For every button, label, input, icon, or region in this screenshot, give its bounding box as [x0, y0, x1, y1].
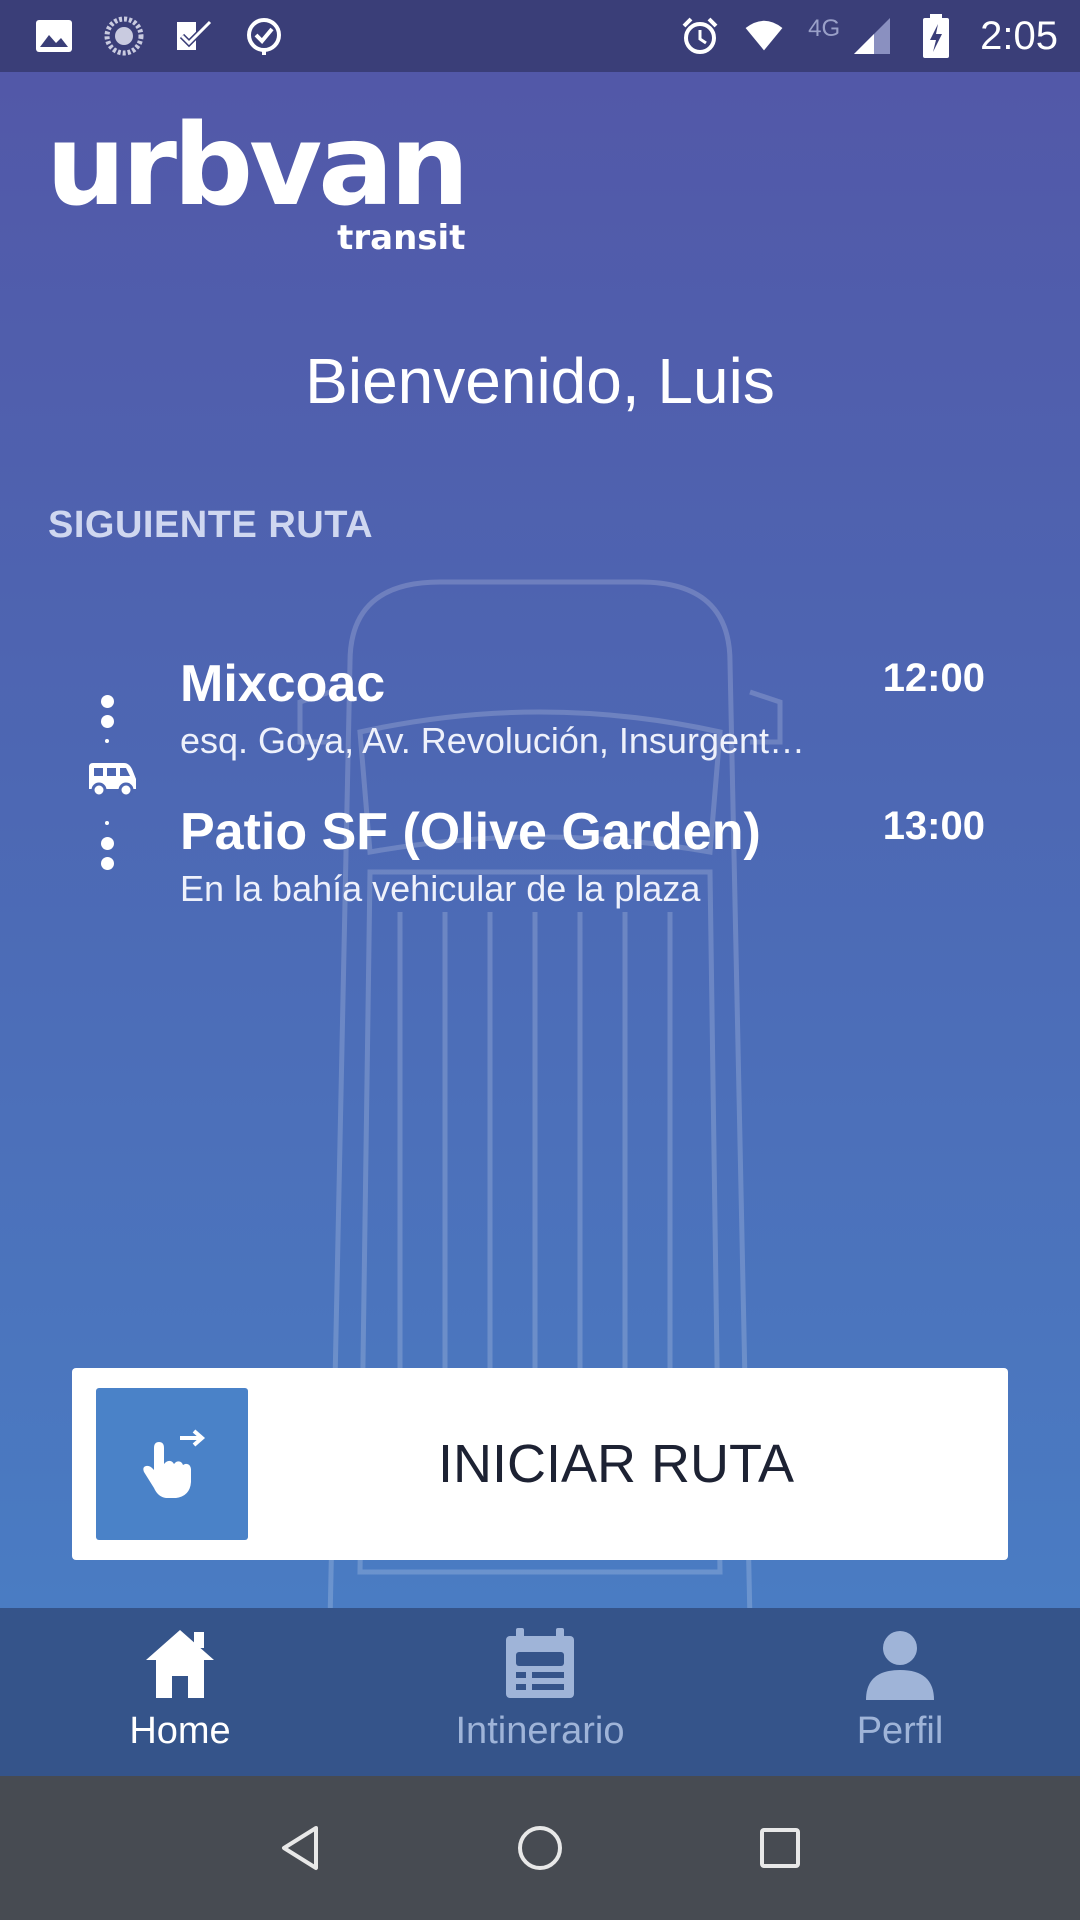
start-route-label: INICIAR RUTA [437, 1434, 794, 1494]
route-origin[interactable]: Mixcoac esq. Goya, Av. Revolución, Insur… [180, 654, 840, 762]
logo-sub: transit [337, 218, 466, 258]
alarm-icon [680, 16, 720, 56]
circle-home-icon [518, 1826, 562, 1870]
profile-icon [866, 1631, 934, 1700]
tab-home-label: Home [129, 1710, 231, 1752]
van-icon [89, 763, 136, 798]
destination-time: 13:00 [882, 804, 985, 848]
system-nav-bar [0, 1776, 1080, 1920]
status-clock: 2:05 [980, 13, 1058, 58]
origin-name: Mixcoac [180, 655, 386, 713]
start-route-slider[interactable]: INICIAR RUTA [72, 1368, 1008, 1560]
section-title: SIGUIENTE RUTA [48, 504, 374, 546]
origin-address: esq. Goya, Av. Revolución, Insurgent… [180, 720, 806, 761]
recents-button[interactable] [745, 1813, 815, 1883]
back-icon [282, 1826, 318, 1870]
status-bar: 4G 2:05 [0, 0, 1080, 72]
urbvan-logo: urbvan transit [46, 101, 469, 258]
tab-profile-label: Perfil [856, 1710, 944, 1752]
destination-address: En la bahía vehicular de la plaza [180, 868, 701, 909]
home-screen: urbvan transit Bienvenido, Luis SIGUIENT… [0, 72, 1080, 1608]
battery-icon [916, 14, 956, 58]
clock-check-icon [244, 16, 284, 56]
image-icon [34, 16, 74, 56]
bottom-tab-bar: Home Intinerario Perfil [0, 1608, 1080, 1776]
signal-icon [852, 16, 892, 56]
itinerary-icon [506, 1628, 574, 1698]
home-nav-button[interactable] [505, 1813, 575, 1883]
square-recents-icon [760, 1828, 800, 1868]
tab-itinerary-label: Intinerario [455, 1710, 625, 1752]
welcome-message: Bienvenido, Luis [305, 345, 775, 417]
home-icon [146, 1630, 214, 1698]
back-button[interactable] [265, 1813, 335, 1883]
sync-icon [104, 16, 144, 56]
logo-brand: urbvan [46, 101, 469, 231]
tab-profile[interactable]: Perfil [720, 1608, 1080, 1776]
origin-time: 12:00 [882, 656, 985, 700]
network-type: 4G [808, 15, 841, 42]
swipe-handle[interactable] [96, 1388, 248, 1540]
tab-itinerary[interactable]: Intinerario [360, 1608, 720, 1776]
tab-home[interactable]: Home [0, 1608, 360, 1776]
check-task-icon [174, 16, 214, 56]
wifi-icon [744, 16, 784, 56]
route-destination[interactable]: Patio SF (Olive Garden) En la bahía vehi… [180, 802, 840, 910]
swipe-hand-icon [143, 1429, 206, 1498]
destination-name: Patio SF (Olive Garden) [180, 803, 761, 861]
